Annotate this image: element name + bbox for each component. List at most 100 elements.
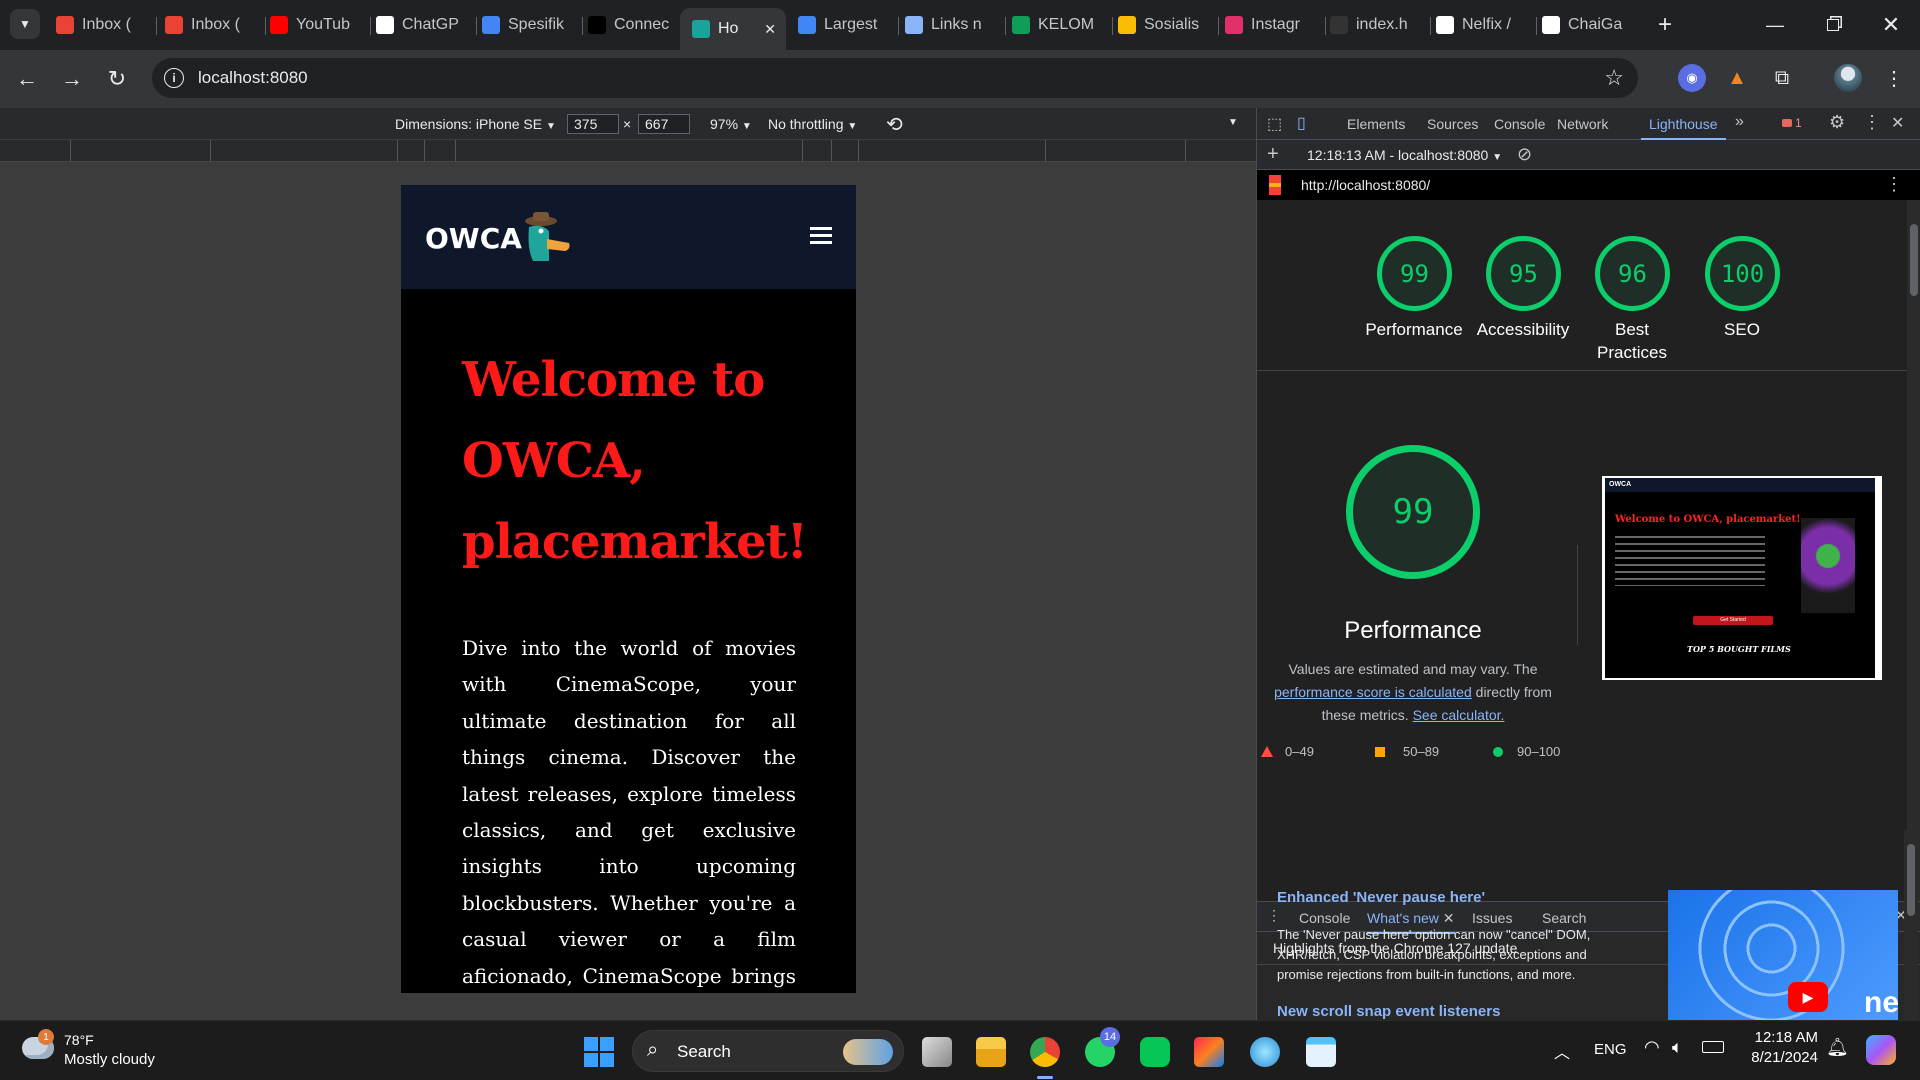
report-menu-icon[interactable]: ⋮ (1885, 174, 1903, 195)
volume-icon[interactable]: 🔈︎ (1672, 1037, 1683, 1058)
file-explorer-icon[interactable] (976, 1037, 1006, 1067)
browser-tab[interactable]: YouTub (270, 8, 362, 42)
clock-date[interactable]: 8/21/2024 (1742, 1049, 1818, 1066)
task-view-icon[interactable] (922, 1037, 952, 1067)
whats-new-video-thumbnail[interactable]: ▶ ne (1668, 890, 1898, 1020)
browser-tab[interactable]: Inbox ( (56, 8, 148, 42)
battery-icon[interactable] (1702, 1041, 1724, 1053)
github-icon (1330, 16, 1348, 34)
browser-tab[interactable]: Inbox ( (165, 8, 257, 42)
youtube-play-icon[interactable]: ▶ (1788, 982, 1828, 1012)
dimensions-dropdown[interactable]: Dimensions: iPhone SE ▼ (395, 116, 556, 132)
browser-tab[interactable]: Instagr (1225, 8, 1317, 42)
inspect-element-icon[interactable]: ⬚ (1267, 114, 1282, 134)
score-gauge-seo[interactable]: 100 (1705, 236, 1780, 311)
url-text[interactable]: localhost:8080 (198, 68, 308, 88)
weather-widget[interactable]: 1 78°F Mostly cloudy (20, 1029, 190, 1073)
tab-label: Instagr (1251, 16, 1300, 33)
docs-icon (482, 16, 500, 34)
site-info-icon[interactable]: i (164, 68, 184, 88)
devtools-tab-network[interactable]: Network (1557, 116, 1608, 132)
browser-tab[interactable]: index.h (1330, 8, 1422, 42)
devtools-menu-icon[interactable]: ⋮ (1863, 112, 1881, 133)
close-tab-icon[interactable]: ✕ (1439, 910, 1455, 926)
hamburger-menu-button[interactable] (810, 227, 832, 245)
settings-gear-icon[interactable]: ⚙ (1829, 112, 1845, 133)
intellij-icon[interactable] (1194, 1037, 1224, 1067)
browser-tab[interactable]: Links n (905, 8, 997, 42)
devtools-tab-console[interactable]: Console (1494, 116, 1545, 132)
drawer-scrollbar[interactable] (1904, 830, 1918, 1020)
devtools-tab-elements[interactable]: Elements (1347, 116, 1405, 132)
new-report-plus-icon[interactable]: + (1267, 143, 1279, 166)
throttling-dropdown[interactable]: No throttling ▼ (768, 116, 857, 132)
back-button[interactable]: ← (12, 64, 42, 94)
score-gauge-accessibility[interactable]: 95 (1486, 236, 1561, 311)
chrome-taskbar-icon[interactable] (1030, 1037, 1060, 1067)
start-button[interactable] (584, 1037, 614, 1067)
restore-button[interactable] (1818, 10, 1848, 40)
address-bar[interactable]: i localhost:8080 ☆ (152, 58, 1638, 98)
metamask-icon[interactable]: ▲ (1723, 64, 1751, 92)
forward-button[interactable]: → (57, 64, 87, 94)
drawer-menu-icon[interactable]: ⋮ (1267, 907, 1281, 924)
profile-avatar[interactable] (1834, 64, 1862, 92)
notification-bell-icon[interactable]: 🔔︎ (1826, 1037, 1849, 1058)
close-window-button[interactable]: ✕ (1876, 10, 1906, 40)
devtools-tab-lighthouse[interactable]: Lighthouse (1641, 116, 1726, 140)
performance-score-link[interactable]: performance score is calculated (1274, 684, 1472, 700)
score-gauge-best-practices[interactable]: 96 (1595, 236, 1670, 311)
browser-tab[interactable]: KELOM (1012, 8, 1104, 42)
clock-time[interactable]: 12:18 AM (1752, 1029, 1818, 1046)
extensions-puzzle-icon[interactable]: ⧉ (1768, 64, 1796, 92)
report-selector-dropdown[interactable]: 12:18:13 AM - localhost:8080 ▼ (1307, 147, 1502, 163)
whats-new-item-title[interactable]: Enhanced 'Never pause here' (1277, 889, 1485, 906)
drawer-tab-console[interactable]: Console (1299, 910, 1350, 926)
browser-tab[interactable]: Sosialis (1118, 8, 1210, 42)
site-navbar: OWCA (401, 185, 856, 289)
device-height-input[interactable] (638, 114, 690, 134)
browser-tab[interactable]: Nelfix / (1436, 8, 1528, 42)
close-devtools-icon[interactable]: ✕ (1891, 113, 1904, 133)
device-toggle-icon[interactable]: ▯ (1297, 113, 1306, 133)
reload-button[interactable]: ↻ (102, 64, 132, 94)
zoom-dropdown[interactable]: 97% ▼ (710, 116, 752, 132)
bookmark-star-icon[interactable]: ☆ (1604, 65, 1624, 91)
lighthouse-toolbar: + 12:18:13 AM - localhost:8080 ▼ ⊘ (1257, 140, 1920, 170)
report-scrollbar[interactable] (1907, 200, 1920, 901)
devtools-tab-sources[interactable]: Sources (1427, 116, 1478, 132)
more-tabs-icon[interactable]: » (1735, 113, 1744, 131)
clear-report-icon[interactable]: ⊘ (1517, 144, 1532, 165)
new-tab-button[interactable]: + (1652, 11, 1678, 38)
whats-new-item-title-2[interactable]: New scroll snap event listeners (1277, 1003, 1500, 1020)
taskbar-search-box[interactable]: ⌕ Search (632, 1030, 904, 1072)
minimize-button[interactable]: — (1760, 10, 1790, 40)
drawer-tab-search[interactable]: Search (1542, 910, 1586, 926)
notepad-icon[interactable] (1306, 1037, 1336, 1067)
report-url[interactable]: http://localhost:8080/ (1301, 177, 1430, 193)
close-tab-icon[interactable]: ✕ (764, 21, 776, 38)
tab-search-button[interactable]: ▼ (10, 9, 40, 39)
browser-tab[interactable]: ChatGP (376, 8, 468, 42)
score-gauge-performance[interactable]: 99 (1377, 236, 1452, 311)
drawer-tab-issues[interactable]: Issues (1472, 910, 1512, 926)
issues-indicator[interactable]: 1 (1782, 116, 1802, 130)
device-options-caret-icon[interactable]: ▼ (1228, 117, 1238, 128)
browser-menu-button[interactable]: ⋮ (1880, 64, 1908, 92)
language-indicator[interactable]: ENG (1594, 1041, 1627, 1058)
browser-tab[interactable]: Spesifik (482, 8, 574, 42)
show-hidden-icons-chevron-icon[interactable]: ︿ (1554, 1039, 1570, 1063)
browser-tab[interactable]: Connec (588, 8, 680, 42)
site-logo-text[interactable]: OWCA (425, 222, 522, 255)
rotate-icon[interactable]: ⟲ (886, 112, 903, 137)
copilot-icon[interactable] (1866, 1035, 1896, 1065)
browser-tab[interactable]: Ho ✕ (680, 8, 786, 50)
line-icon[interactable] (1140, 1037, 1170, 1067)
extension-icon-1[interactable]: ◉ (1678, 64, 1706, 92)
browser-tab[interactable]: Largest (798, 8, 890, 42)
browser-tab[interactable]: ChaiGa (1542, 8, 1634, 42)
device-width-input[interactable] (567, 114, 619, 134)
wifi-icon[interactable]: ◠ (1644, 1037, 1660, 1058)
see-calculator-link[interactable]: See calculator. (1413, 707, 1505, 723)
globe-app-icon[interactable] (1250, 1037, 1280, 1067)
